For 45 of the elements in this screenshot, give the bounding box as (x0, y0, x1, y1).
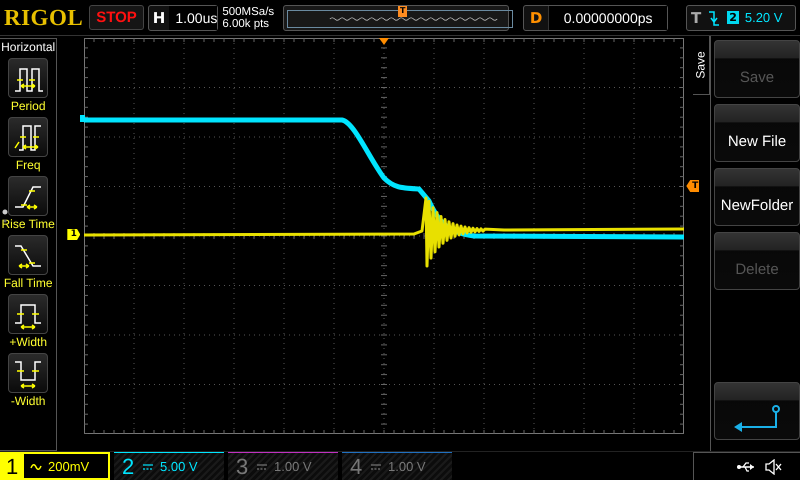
timebase-panel[interactable]: H 1.00us (148, 4, 218, 30)
channel-marker[interactable]: 1 (67, 229, 80, 240)
channel-scale: 200mV (48, 458, 90, 474)
trigger-panel[interactable]: T 2 5.20 V (686, 4, 796, 30)
channel-scale: 5.00 V (160, 459, 198, 474)
timebase-value: 1.00us (169, 6, 218, 30)
channel-number: 2 (122, 454, 136, 480)
trigger-label: T (690, 8, 702, 26)
channel-tab[interactable]: 4 1.00 V (342, 452, 452, 480)
return-arrow-icon (732, 403, 782, 433)
menu-button[interactable]: New File (714, 104, 800, 162)
channel-number: 3 (236, 454, 250, 480)
sample-rate: 500MSa/s (222, 6, 276, 18)
menu-title: Save (694, 51, 708, 79)
menu-button[interactable]: NewFolder (714, 168, 800, 226)
trigger-level-marker[interactable]: T (686, 180, 700, 192)
measure-label: -Width (10, 394, 46, 408)
memory-depth: 6.00k pts (222, 18, 270, 30)
channel-2-marker[interactable] (80, 115, 86, 122)
channel-tab[interactable]: 3 1.00 V (228, 452, 338, 480)
measure-label: Fall Time (4, 276, 52, 290)
channel-scale: 1.00 V (274, 459, 312, 474)
delay-panel[interactable]: D 0.00000000ps (522, 4, 668, 30)
trigger-position-marker: T (398, 6, 408, 16)
channel-number: 4 (350, 454, 364, 480)
return-button[interactable] (714, 382, 800, 440)
channel-tab[interactable]: 1 200mV (0, 452, 110, 480)
measure-label: Freq (16, 158, 40, 172)
channel-scale: 1.00 V (388, 459, 426, 474)
falling-edge-icon (707, 8, 722, 26)
speaker-muted-icon (764, 458, 782, 474)
menu-title: Horizontal (1, 40, 56, 54)
measure-label: Rise Time (1, 217, 55, 231)
run-stop-button[interactable]: STOP (89, 5, 144, 30)
delay-value: 0.00000000ps (548, 6, 667, 30)
channel-tab[interactable]: 2 5.00 V (114, 452, 224, 480)
timebase-label: H (152, 8, 166, 26)
measure-label: +Width (9, 335, 47, 349)
measure-label: Period (10, 99, 46, 113)
trigger-level: 5.20 V (744, 10, 782, 25)
brand-logo: RIGOL (4, 4, 84, 30)
channel-number: 1 (2, 454, 24, 478)
delay-label: D (528, 8, 544, 26)
trigger-source: 2 (727, 11, 739, 24)
trigger-position-icon (379, 38, 390, 45)
